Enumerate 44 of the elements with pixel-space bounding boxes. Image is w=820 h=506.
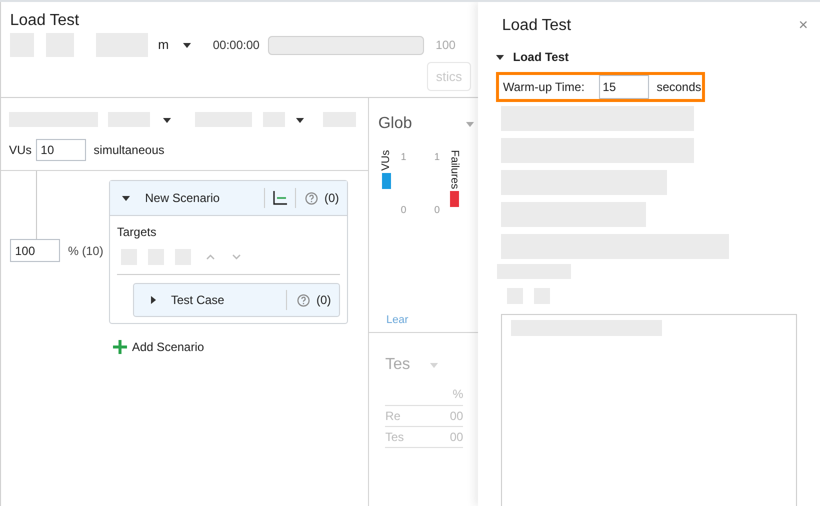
warmup-label: Warm-up Time: [503, 79, 585, 96]
plus-icon [113, 340, 127, 354]
elapsed-time: 00:00:00 [212, 37, 260, 54]
table-cell-text: Re [385, 408, 401, 425]
help-icon[interactable] [305, 192, 318, 204]
caret-down-icon[interactable] [496, 53, 504, 61]
axis-tick: 1 [434, 151, 440, 165]
table-cell-text: Tes [385, 429, 404, 446]
vus-suffix: simultaneous [94, 142, 164, 159]
progress-max: 100 [436, 37, 456, 54]
table-cell-text: 00 [450, 408, 464, 425]
add-scenario-button[interactable]: Add Scenario [113, 338, 204, 356]
axis-tick: 0 [434, 204, 440, 218]
test-case-name[interactable]: Test Case [171, 291, 286, 309]
vus-input[interactable]: 10 [36, 139, 86, 161]
column-header: % [385, 385, 464, 406]
axis-tick: 0 [400, 204, 406, 218]
caret-down-icon[interactable] [163, 116, 171, 124]
page-title: Load Test [10, 11, 80, 31]
axis-label: VUs [379, 150, 394, 171]
unit-label: m [158, 36, 169, 54]
chart-axes-icon[interactable] [273, 191, 288, 205]
table-cell-text: 00 [450, 429, 464, 446]
scenario-name[interactable]: New Scenario [145, 189, 264, 207]
caret-down-icon[interactable] [296, 116, 304, 124]
test-case-count: (0) [316, 292, 331, 309]
panel-title: Load Test [502, 16, 572, 36]
axis-label: Failures [447, 150, 462, 190]
distribution-input[interactable]: 100 [10, 239, 60, 262]
warmup-input[interactable]: 15 [598, 75, 649, 99]
warmup-unit: seconds [656, 79, 702, 96]
panel-title: Tes [385, 355, 410, 375]
axis-tick: 1 [400, 151, 406, 165]
section-title[interactable]: Load Test [513, 48, 569, 66]
caret-right-icon[interactable] [149, 296, 157, 304]
caret-down-icon[interactable] [182, 41, 191, 49]
distribution-suffix: % (10) [68, 242, 104, 260]
panel-title: Glob [378, 114, 412, 134]
help-icon[interactable] [297, 294, 310, 306]
caret-down-icon[interactable] [122, 194, 130, 202]
targets-label: Targets [117, 224, 158, 241]
vus-label: VUs [9, 142, 32, 159]
close-button[interactable]: × [798, 14, 808, 38]
scenario-count: (0) [324, 190, 339, 207]
